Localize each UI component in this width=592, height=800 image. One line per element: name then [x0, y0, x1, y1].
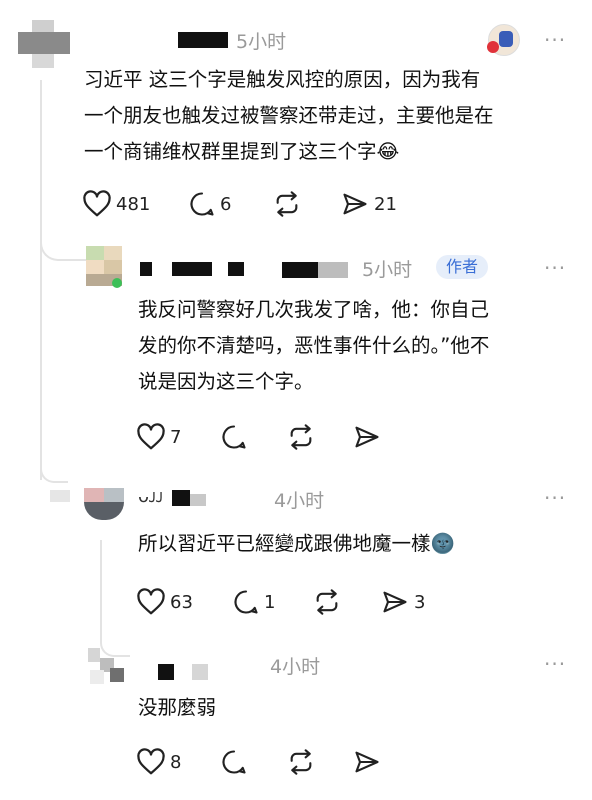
text-line: 一个商铺维权群里提到了这三个字😂 [84, 140, 400, 163]
heart-icon [137, 588, 165, 615]
username-redacted[interactable] [172, 490, 190, 506]
like-button[interactable]: 481 [82, 190, 150, 218]
more-dots-icon[interactable]: ··· [544, 28, 566, 52]
share-button[interactable] [352, 423, 382, 451]
repost-icon [316, 589, 338, 615]
share-count: 3 [414, 591, 426, 613]
send-icon [355, 426, 379, 448]
timestamp: 4小时 [270, 656, 321, 678]
reply-count: 6 [220, 193, 232, 215]
username-redacted [192, 664, 208, 680]
heart-icon [83, 190, 111, 217]
username-redacted[interactable] [158, 664, 174, 680]
comment-bubble-icon [222, 750, 246, 774]
repost-icon [276, 191, 298, 217]
reply-button[interactable]: 1 [232, 588, 275, 616]
reply-count: 1 [264, 591, 276, 613]
thread-line [100, 540, 102, 620]
repost-button[interactable] [272, 190, 302, 218]
repost-button[interactable] [286, 748, 316, 776]
send-icon [355, 751, 379, 773]
reply-button[interactable] [220, 748, 248, 776]
like-button[interactable]: 7 [136, 423, 181, 451]
text-line: 没那麼弱 [138, 696, 217, 719]
repost-button[interactable] [286, 423, 316, 451]
reaction-avatar[interactable] [487, 24, 520, 56]
send-icon [343, 193, 367, 215]
heart-icon [137, 423, 165, 450]
repost-icon [290, 424, 312, 450]
avatar-partial [50, 490, 70, 502]
comment-bubble-icon [222, 425, 246, 449]
thread-curve [40, 215, 86, 261]
send-icon [383, 591, 407, 613]
comment-text: 我反问警察好几次我发了啥，他：你自己 发的你不清楚吗，恶性事件什么的。”他不 说… [138, 292, 578, 400]
username-redacted [190, 494, 206, 506]
like-count: 481 [116, 193, 151, 215]
more-dots-icon[interactable]: ··· [544, 486, 566, 510]
share-button[interactable]: 3 [380, 588, 425, 616]
like-button[interactable]: 63 [136, 588, 193, 616]
comment-bubble-icon [234, 590, 258, 614]
share-button[interactable] [352, 748, 382, 776]
username-redacted [318, 262, 348, 278]
text-line: 我反问警察好几次我发了啥，他：你自己 [138, 298, 490, 321]
username-redacted[interactable] [172, 262, 212, 276]
like-button[interactable]: 8 [136, 748, 181, 776]
comment-text: 所以習近平已經變成跟佛地魔一樣🌚 [138, 526, 578, 562]
text-line: 一个朋友也触发过被警察还带走过，主要他是在 [84, 104, 494, 127]
comment-bubble-icon [190, 192, 214, 216]
username-fragment: ᴗᴊᴊ [138, 486, 164, 507]
text-line: 习近平 这三个字是触发风控的原因，因为我有 [84, 68, 481, 91]
like-count: 7 [170, 426, 182, 448]
reply-button[interactable] [220, 423, 248, 451]
share-button[interactable]: 21 [340, 190, 397, 218]
comment-text: 习近平 这三个字是触发风控的原因，因为我有 一个朋友也触发过被警察还带走过，主要… [84, 62, 584, 170]
share-count: 21 [374, 193, 397, 215]
more-dots-icon[interactable]: ··· [544, 652, 566, 676]
thread-line [40, 80, 42, 480]
thread-curve [40, 455, 68, 483]
like-count: 63 [170, 591, 193, 613]
repost-icon [290, 749, 312, 775]
reply-button[interactable]: 6 [188, 190, 231, 218]
username-redacted[interactable] [282, 262, 318, 278]
timestamp: 4小时 [274, 490, 325, 512]
heart-icon [137, 748, 165, 775]
comment-text: 没那麼弱 [138, 690, 578, 726]
avatar[interactable] [18, 20, 70, 68]
more-dots-icon[interactable]: ··· [544, 256, 566, 280]
text-line: 说是因为这三个字。 [138, 370, 314, 393]
author-badge: 作者 [436, 255, 489, 279]
timestamp: 5小时 [362, 259, 413, 281]
username-redacted[interactable] [178, 32, 228, 48]
text-line: 发的你不清楚吗，恶性事件什么的。”他不 [138, 334, 490, 357]
like-count: 8 [170, 751, 182, 773]
avatar[interactable] [88, 648, 124, 684]
repost-button[interactable] [312, 588, 342, 616]
text-line: 所以習近平已經變成跟佛地魔一樣🌚 [138, 532, 455, 555]
timestamp: 5小时 [236, 31, 287, 53]
username-redacted[interactable] [140, 262, 152, 276]
avatar[interactable] [86, 246, 122, 288]
avatar[interactable] [84, 488, 124, 520]
username-redacted[interactable] [228, 262, 244, 276]
